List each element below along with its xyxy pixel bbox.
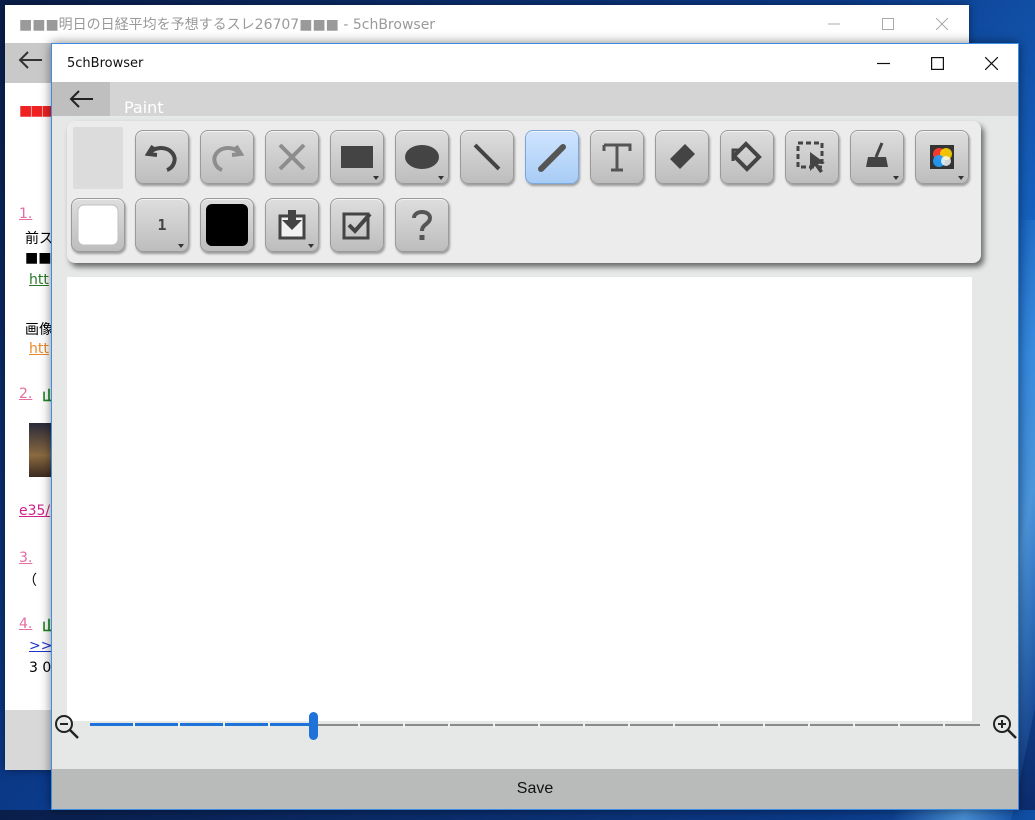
page-title: Paint xyxy=(124,98,164,117)
download-icon xyxy=(278,210,306,240)
background-color-button[interactable] xyxy=(71,198,125,252)
color-wheel-icon xyxy=(930,145,954,169)
text-icon xyxy=(602,143,632,172)
zoom-slider-thumb[interactable] xyxy=(308,712,318,740)
post-link[interactable]: htt xyxy=(29,272,49,288)
thread-title-marks: ■■■ xyxy=(19,103,55,119)
maximize-icon[interactable] xyxy=(861,5,915,43)
drawing-canvas[interactable] xyxy=(67,277,972,721)
foreground-color-button[interactable] xyxy=(200,198,254,252)
broom-icon xyxy=(866,142,888,167)
line-tool[interactable] xyxy=(460,130,514,184)
post-link[interactable]: htt xyxy=(29,341,49,357)
post-thumbnail[interactable] xyxy=(29,423,51,477)
minimize-icon[interactable] xyxy=(807,5,861,43)
back-arrow-icon[interactable] xyxy=(17,49,43,77)
dropdown-indicator-icon xyxy=(958,176,964,180)
close-icon[interactable] xyxy=(915,5,969,43)
text-tool[interactable] xyxy=(590,130,644,184)
paint-window[interactable]: 5chBrowser Paint 1 Save xyxy=(51,43,1019,810)
select-tool[interactable] xyxy=(785,130,839,184)
dropdown-indicator-icon xyxy=(178,244,184,248)
dropdown-indicator-icon xyxy=(438,176,444,180)
confirm-button[interactable] xyxy=(330,198,384,252)
reply-link[interactable]: >> xyxy=(29,638,52,654)
fill-tool[interactable] xyxy=(720,130,774,184)
tool-palette: 1 xyxy=(67,121,981,263)
post-text: ■■ xyxy=(25,250,52,266)
stroke-width-value: 1 xyxy=(157,216,167,234)
zoom-ticks xyxy=(90,722,980,728)
line-icon xyxy=(473,143,501,171)
dropdown-indicator-icon xyxy=(308,244,314,248)
background-window-title: ■■■明日の日経平均を予想するスレ26707■■■ - 5chBrowser xyxy=(19,17,436,33)
ellipse-tool[interactable] xyxy=(395,130,449,184)
post-text: 3 0 xyxy=(29,660,52,676)
selection-icon xyxy=(796,141,825,173)
close-icon[interactable] xyxy=(964,44,1018,82)
back-arrow-icon xyxy=(69,90,93,108)
pen-icon xyxy=(538,144,566,172)
eraser-icon xyxy=(670,144,695,169)
palette-handle[interactable] xyxy=(73,127,123,189)
help-button[interactable] xyxy=(395,198,449,252)
undo-button[interactable] xyxy=(135,130,189,184)
post-text: 前ス xyxy=(25,231,53,247)
zoom-in-icon[interactable] xyxy=(992,714,1018,744)
dropdown-indicator-icon xyxy=(893,176,899,180)
post-link[interactable]: e35/ xyxy=(19,503,50,519)
post-number[interactable]: 2. xyxy=(19,386,32,402)
background-window-controls xyxy=(807,5,969,43)
app-header: Paint xyxy=(52,82,1018,117)
pen-tool[interactable] xyxy=(525,130,579,184)
post-number[interactable]: 4. xyxy=(19,616,32,632)
rectangle-icon xyxy=(341,146,373,168)
window-controls xyxy=(856,44,1018,82)
question-icon xyxy=(412,210,433,240)
white-swatch-icon xyxy=(77,204,119,246)
titlebar[interactable]: 5chBrowser xyxy=(52,44,1018,82)
fill-bucket-icon xyxy=(731,141,762,172)
back-button[interactable] xyxy=(52,82,110,116)
window-title: 5chBrowser xyxy=(67,55,144,71)
checkbox-icon xyxy=(342,212,372,240)
post-text: 画像 xyxy=(25,322,53,338)
post-number[interactable]: 3. xyxy=(19,550,32,566)
save-button[interactable]: Save xyxy=(52,769,1018,809)
clear-button[interactable] xyxy=(265,130,319,184)
stroke-width-button[interactable]: 1 xyxy=(135,198,189,252)
background-titlebar[interactable]: ■■■明日の日経平均を予想するスレ26707■■■ - 5chBrowser xyxy=(5,5,969,43)
import-button[interactable] xyxy=(265,198,319,252)
undo-icon xyxy=(145,144,177,172)
minimize-icon[interactable] xyxy=(856,44,910,82)
close-icon xyxy=(278,143,306,171)
black-swatch-icon xyxy=(206,204,248,246)
zoom-out-icon[interactable] xyxy=(54,714,80,744)
redo-icon xyxy=(212,144,244,172)
brush-tool[interactable] xyxy=(850,130,904,184)
dropdown-indicator-icon xyxy=(373,176,379,180)
color-picker[interactable] xyxy=(915,130,969,184)
post-number[interactable]: 1. xyxy=(19,206,32,222)
zoom-slider-row xyxy=(52,710,1018,740)
maximize-icon[interactable] xyxy=(910,44,964,82)
eraser-tool[interactable] xyxy=(655,130,709,184)
redo-button[interactable] xyxy=(200,130,254,184)
rectangle-tool[interactable] xyxy=(330,130,384,184)
ellipse-icon xyxy=(405,145,439,169)
